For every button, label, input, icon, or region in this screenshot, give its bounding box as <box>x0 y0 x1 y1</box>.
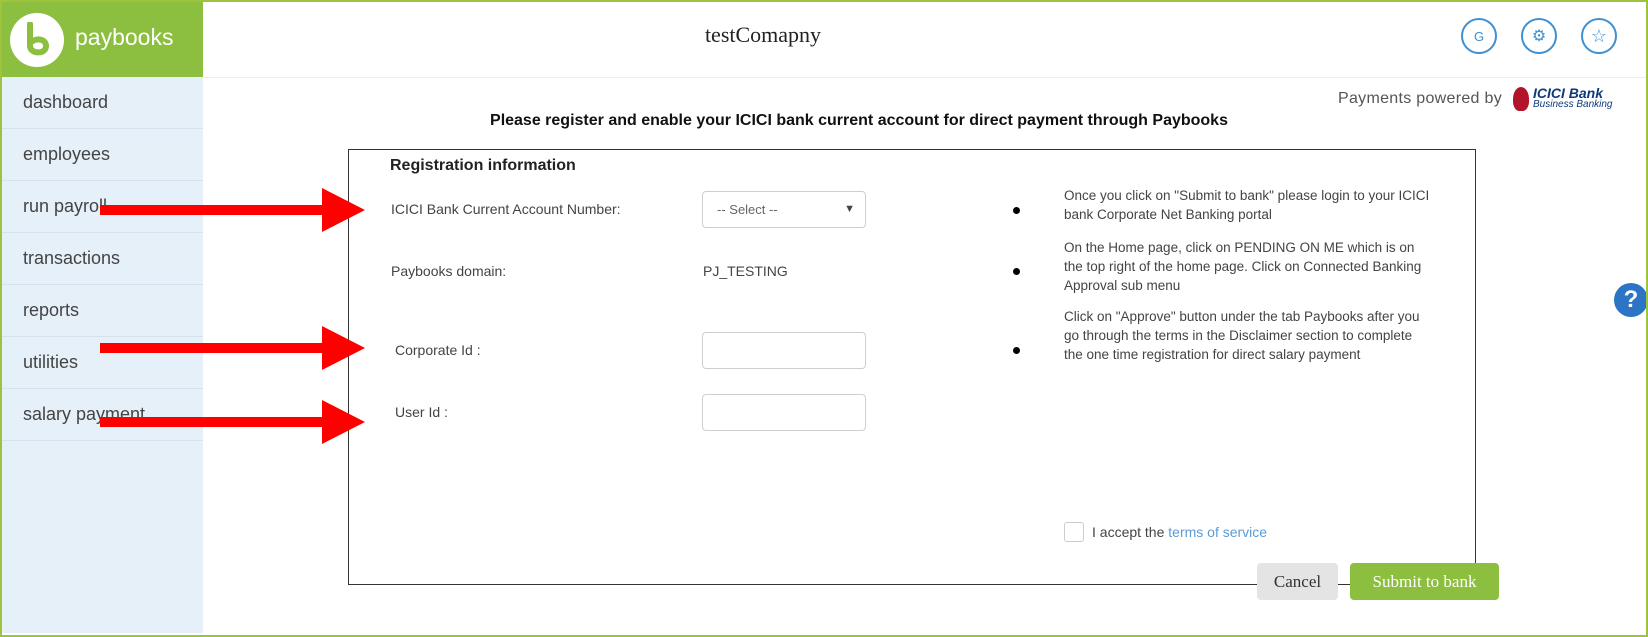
logo-icon <box>10 13 64 67</box>
arrow-annotation-icon <box>100 326 365 370</box>
icici-logo: ICICI Bank Business Banking <box>1513 86 1625 114</box>
icici-bank-name: ICICI Bank <box>1533 85 1604 101</box>
arrow-annotation-icon <box>100 188 365 232</box>
logo-bar[interactable]: paybooks <box>2 2 203 77</box>
terms-text: I accept the terms of service <box>1092 524 1267 540</box>
terms-checkbox[interactable] <box>1064 522 1084 542</box>
settings-button[interactable]: ⚙ <box>1521 18 1557 54</box>
terms-link[interactable]: terms of service <box>1168 524 1267 540</box>
account-number-select[interactable]: -- Select -- ▼ <box>702 191 866 228</box>
bullet-icon <box>1013 207 1020 214</box>
user-id-label: User Id : <box>395 404 448 420</box>
user-initial-icon: G <box>1473 28 1485 44</box>
sidebar-item-transactions[interactable]: transactions <box>2 233 203 285</box>
domain-value: PJ_TESTING <box>703 263 788 279</box>
favorite-button[interactable]: ☆ <box>1581 18 1617 54</box>
sidebar-item-employees[interactable]: employees <box>2 129 203 181</box>
brand-name: paybooks <box>75 24 174 50</box>
instruction-item: Click on "Approve" button under the tab … <box>1064 309 1420 362</box>
bullet-icon <box>1013 268 1020 275</box>
user-initial-button[interactable]: G <box>1461 18 1497 54</box>
icici-mark-icon <box>1513 87 1529 111</box>
domain-label: Paybooks domain: <box>391 263 507 279</box>
cancel-button[interactable]: Cancel <box>1257 563 1338 600</box>
header: testComapny G ⚙ ☆ <box>203 2 1646 78</box>
corporate-id-label: Corporate Id : <box>395 342 481 358</box>
gear-icon: ⚙ <box>1531 28 1547 45</box>
caret-down-icon: ▼ <box>844 203 855 215</box>
arrow-annotation-icon <box>100 400 365 444</box>
page-heading: Please register and enable your ICICI ba… <box>490 112 1228 129</box>
instruction-item: Once you click on "Submit to bank" pleas… <box>1064 188 1430 222</box>
account-number-label: ICICI Bank Current Account Number: <box>391 201 621 217</box>
star-icon: ☆ <box>1590 25 1608 46</box>
account-select-value: -- Select -- <box>717 202 778 217</box>
instruction-item: On the Home page, click on PENDING ON ME… <box>1064 240 1422 293</box>
company-name: testComapny <box>704 22 822 47</box>
terms-prefix: I accept the <box>1092 524 1165 540</box>
help-icon[interactable]: ? <box>1614 283 1648 317</box>
section-title: Registration information <box>390 157 576 174</box>
bullet-icon <box>1013 347 1020 354</box>
icici-bank-sub: Business Banking <box>1533 99 1613 110</box>
corporate-id-input[interactable] <box>702 332 866 369</box>
powered-by-text: Payments powered by <box>1338 90 1503 107</box>
sidebar-item-dashboard[interactable]: dashboard <box>2 77 203 129</box>
submit-to-bank-button[interactable]: Submit to bank <box>1350 563 1499 600</box>
user-id-input[interactable] <box>702 394 866 431</box>
